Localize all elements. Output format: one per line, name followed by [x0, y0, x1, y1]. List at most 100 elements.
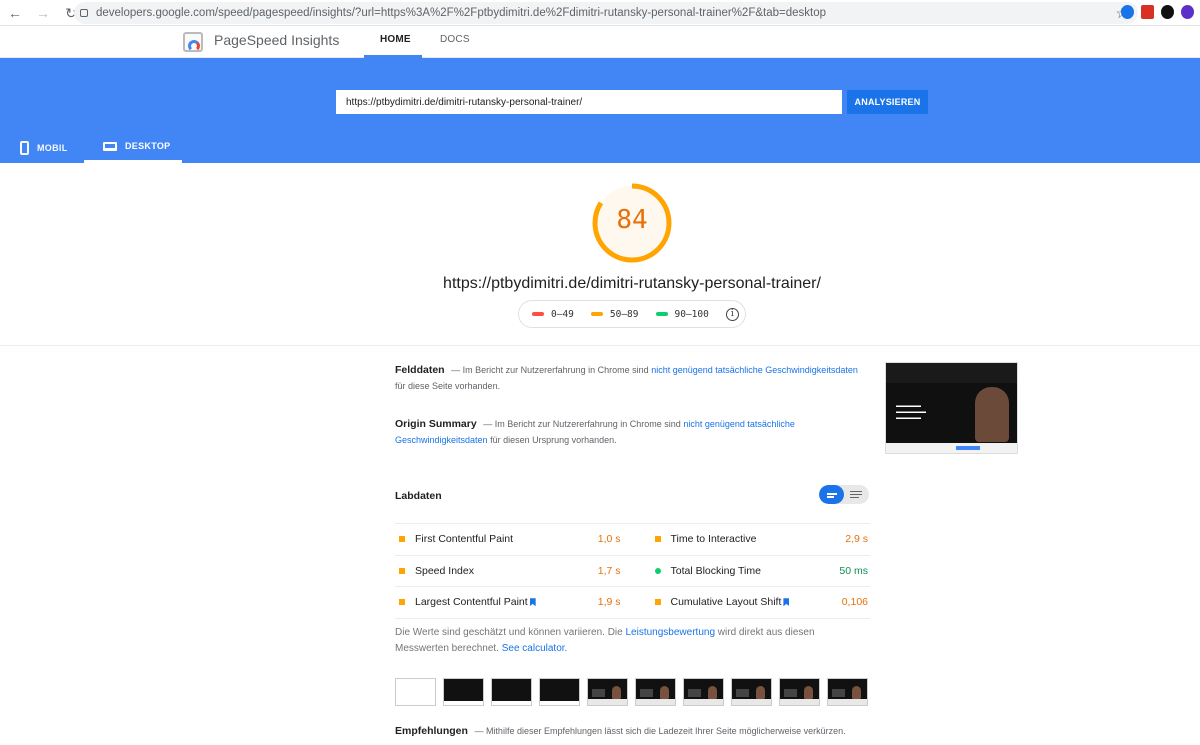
field-data-desc: — Im Bericht zur Nutzererfahrung in Chro…	[451, 365, 649, 375]
metric-row: Largest Contentful Paint 1,9 s Cumulative…	[395, 586, 870, 618]
legend-average-bar	[590, 312, 603, 316]
metric-label: First Contentful Paint	[415, 533, 514, 546]
legend-average-label: 50–89	[609, 308, 639, 320]
app-title[interactable]: PageSpeed Insights	[214, 32, 339, 48]
final-screenshot-thumbnail: ▬▬▬▬▬ ▬▬▬▬▬▬ ▬▬▬▬▬	[885, 362, 1018, 454]
metric-value: 1,0 s	[597, 533, 621, 546]
metric-total-blocking-time: Total Blocking Time 50 ms	[633, 565, 871, 577]
url-input-section: ANALYSIEREN MOBIL DESKTOP	[0, 58, 1200, 163]
psi-header: PageSpeed Insights HOME DOCS	[0, 26, 1200, 58]
see-calculator-link[interactable]: See calculator.	[502, 643, 568, 654]
legend-fail-label: 0–49	[551, 308, 574, 320]
filmstrip-frame	[587, 678, 628, 706]
field-data-desc-end: für diese Seite vorhanden.	[395, 381, 501, 391]
tab-desktop[interactable]: DESKTOP	[103, 141, 170, 151]
metric-value: 1,9 s	[597, 596, 621, 609]
filmstrip-frame	[635, 678, 676, 706]
profile-extension-icon[interactable]	[1121, 5, 1134, 19]
purple-extension-icon[interactable]	[1181, 5, 1194, 19]
laptop-icon	[103, 141, 117, 151]
score-legend: 0–49 50–89 90–100 i	[518, 300, 746, 328]
url-input[interactable]	[336, 90, 842, 114]
metric-row: Speed Index 1,7 s Total Blocking Time 50 m…	[395, 554, 871, 587]
metric-value: 1,7 s	[597, 564, 621, 577]
average-square-icon	[399, 567, 405, 574]
phone-icon	[20, 141, 29, 155]
pdf-extension-icon[interactable]	[1141, 5, 1154, 19]
metric-first-contentful-paint: First Contentful Paint 1,0 s	[395, 533, 633, 545]
bookmark-icon[interactable]	[783, 598, 790, 607]
average-square-icon	[399, 599, 405, 606]
tab-mobile-label: MOBIL	[37, 143, 68, 153]
lab-data-title: Labdaten	[395, 490, 442, 502]
legend-pass: 90–100	[655, 308, 709, 320]
filmstrip-frame	[779, 678, 820, 706]
estimate-note: Die Werte sind geschätzt und können vari…	[395, 625, 865, 657]
analyze-button[interactable]: ANALYSIEREN	[847, 90, 928, 114]
pass-circle-icon	[654, 567, 661, 574]
filmstrip-frame	[827, 678, 868, 706]
metric-value: 50 ms	[839, 564, 868, 577]
filmstrip-frame	[395, 678, 436, 706]
origin-summary-title: Origin Summary	[395, 418, 477, 430]
legend-average: 50–89	[590, 308, 639, 320]
recommendations-text: — Mithilfe dieser Empfehlungen lässt sic…	[474, 726, 846, 736]
tab-desktop-label: DESKTOP	[125, 141, 171, 151]
legend-pass-bar	[655, 312, 668, 316]
address-bar-url[interactable]: developers.google.com/speed/pagespeed/in…	[96, 7, 826, 19]
metric-time-to-interactive: Time to Interactive 2,9 s	[633, 533, 871, 545]
average-square-icon	[654, 599, 661, 606]
forward-icon[interactable]: →	[36, 6, 50, 20]
back-icon[interactable]: ←	[8, 6, 22, 20]
lab-metrics-table: First Contentful Paint 1,0 s Time to Inte…	[395, 523, 870, 619]
thumbnail-person-image	[975, 387, 1009, 442]
tab-mobile[interactable]: MOBIL	[20, 141, 68, 155]
metric-view-toggle[interactable]	[819, 485, 869, 504]
thumbnail-hero-text: ▬▬▬▬▬ ▬▬▬▬▬▬ ▬▬▬▬▬	[896, 403, 926, 421]
filmstrip-frame	[539, 678, 580, 706]
performance-score: 84	[616, 205, 648, 235]
lock-icon	[80, 9, 88, 17]
average-square-icon	[654, 536, 661, 543]
filmstrip-frame	[731, 678, 772, 706]
bookmark-icon[interactable]	[529, 598, 536, 607]
performance-score-link[interactable]: Leistungsbewertung	[626, 627, 716, 638]
address-bar[interactable]: developers.google.com/speed/pagespeed/in…	[74, 2, 1138, 24]
recommendations-title: Empfehlungen	[395, 725, 468, 737]
metric-cumulative-layout-shift: Cumulative Layout Shift 0,106	[633, 596, 871, 608]
dark-extension-icon[interactable]	[1161, 5, 1174, 19]
browser-toolbar: ← → ↻ developers.google.com/speed/pagesp…	[0, 0, 1200, 26]
tab-docs[interactable]: DOCS	[440, 34, 470, 45]
legend-pass-label: 90–100	[674, 308, 709, 320]
tab-home[interactable]: HOME	[380, 34, 411, 45]
metrics-bottom-divider	[395, 617, 870, 619]
analyzed-url: https://ptbydimitri.de/dimitri-rutansky-…	[443, 275, 821, 292]
metric-speed-index: Speed Index 1,7 s	[395, 565, 633, 577]
origin-summary-desc-end: für diesen Ursprung vorhanden.	[490, 435, 617, 445]
filmstrip-frame	[491, 678, 532, 706]
filmstrip-frame	[443, 678, 484, 706]
score-section: 84 https://ptbydimitri.de/dimitri-rutans…	[0, 163, 1200, 346]
field-data-section: Felddaten — Im Bericht zur Nutzererfahru…	[395, 362, 870, 448]
metric-label: Cumulative Layout Shift	[670, 596, 782, 609]
field-data-link[interactable]: nicht genügend tatsächliche Geschwindigk…	[651, 365, 858, 375]
legend-fail: 0–49	[532, 309, 574, 320]
metric-row: First Contentful Paint 1,0 s Time to Inte…	[395, 523, 870, 555]
origin-summary-desc: — Im Bericht zur Nutzererfahrung in Chro…	[483, 419, 681, 429]
recommendations-section: Empfehlungen — Mithilfe dieser Empfehlun…	[395, 725, 846, 737]
metric-label: Largest Contentful Paint	[415, 596, 528, 609]
pagespeed-logo-icon[interactable]	[183, 32, 203, 52]
metric-largest-contentful-paint: Largest Contentful Paint 1,9 s	[395, 596, 633, 608]
average-square-icon	[399, 536, 405, 543]
metric-value: 0,106	[841, 596, 868, 609]
note-text: Die Werte sind geschätzt und können vari…	[395, 627, 623, 638]
compact-view-button[interactable]	[819, 485, 844, 504]
filmstrip-frame	[683, 678, 724, 706]
legend-fail-bar	[532, 312, 544, 316]
metric-label: Time to Interactive	[670, 533, 757, 546]
metric-value: 2,9 s	[845, 533, 868, 546]
field-data-title: Felddaten	[395, 364, 445, 376]
info-icon[interactable]: i	[725, 307, 739, 321]
origin-summary-text: Origin Summary — Im Bericht zur Nutzerer…	[395, 416, 870, 448]
filmstrip	[395, 678, 868, 706]
